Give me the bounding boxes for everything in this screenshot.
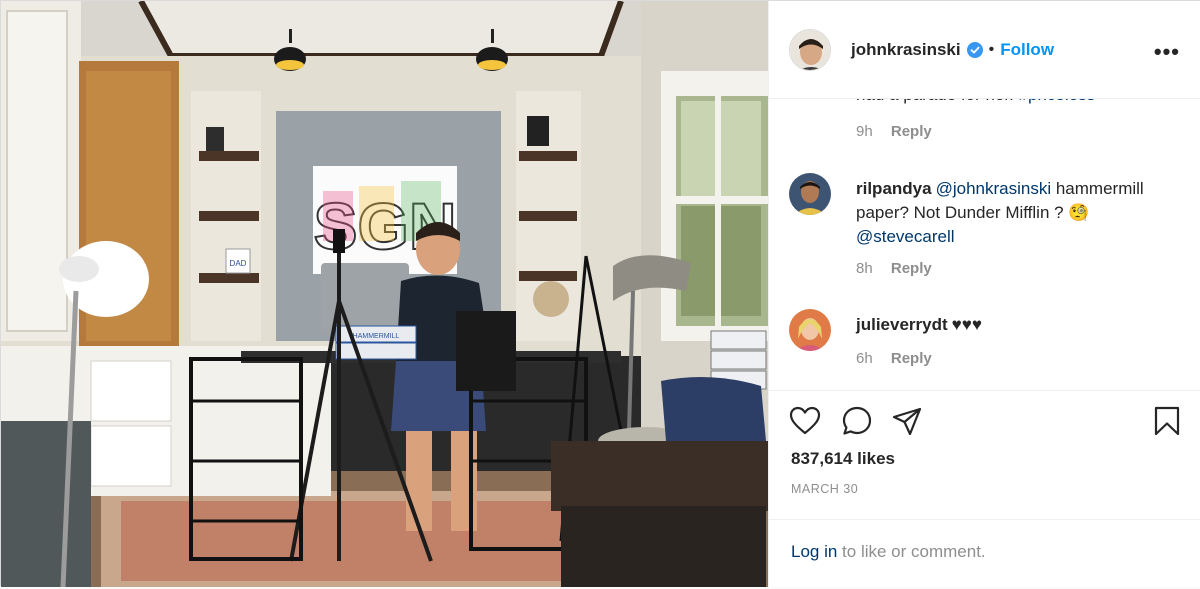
- emoji: 🧐: [1068, 203, 1090, 222]
- login-prompt-text: to like or comment.: [837, 542, 986, 561]
- list-item: julieverrydt ♥♥♥: [789, 309, 1189, 369]
- post-details-panel: johnkrasinski • Follow ••• had a parade …: [768, 1, 1200, 587]
- heart-icon[interactable]: [789, 405, 821, 437]
- comment-text: ♥♥♥: [951, 315, 982, 334]
- instagram-post: DAD SGN HAMMERMILL johnkrasinski • Follo…: [0, 0, 1200, 587]
- comment-time: 9h: [856, 123, 873, 140]
- list-item: rilpandya @johnkrasinski hammermill paper…: [789, 173, 1189, 293]
- comment-meta: 9h Reply: [856, 123, 932, 140]
- photo-illustration: DAD SGN HAMMERMILL: [1, 1, 768, 587]
- mention-link[interactable]: @johnkrasinski: [936, 179, 1052, 198]
- post-header: johnkrasinski • Follow •••: [769, 1, 1200, 99]
- commenter-avatar[interactable]: [789, 173, 831, 215]
- comments-list[interactable]: had a parade for her. #priceless 9h Repl…: [769, 67, 1200, 390]
- more-options-icon[interactable]: •••: [1154, 39, 1180, 65]
- author-avatar-image: [790, 29, 830, 70]
- post-date[interactable]: MARCH 30: [791, 482, 858, 496]
- author-avatar[interactable]: [789, 28, 831, 71]
- commenter-avatar-image: [789, 309, 831, 351]
- comment-icon[interactable]: [841, 405, 873, 437]
- commenter-username[interactable]: julieverrydt: [856, 315, 948, 334]
- reply-button[interactable]: Reply: [891, 123, 932, 140]
- login-link[interactable]: Log in: [791, 542, 837, 561]
- author-username[interactable]: johnkrasinski: [851, 40, 961, 60]
- comment-meta: 8h Reply: [856, 260, 932, 277]
- header-separator: •: [988, 40, 995, 58]
- reply-button[interactable]: Reply: [891, 260, 932, 277]
- commenter-avatar-image: [789, 173, 831, 215]
- reply-button[interactable]: Reply: [891, 350, 932, 367]
- comment-body: julieverrydt ♥♥♥: [856, 313, 1176, 337]
- likes-count[interactable]: 837,614 likes: [791, 449, 895, 469]
- box-label: HAMMERMILL: [353, 333, 400, 340]
- bookmark-icon[interactable]: [1151, 405, 1183, 437]
- post-actions: 837,614 likes MARCH 30 Log in to like or…: [769, 390, 1200, 588]
- verified-badge-icon: [966, 41, 983, 58]
- commenter-username[interactable]: rilpandya: [856, 179, 932, 198]
- follow-button[interactable]: Follow: [1000, 40, 1054, 60]
- mug-label: DAD: [230, 259, 247, 268]
- share-icon[interactable]: [891, 405, 923, 437]
- mention-link[interactable]: @stevecarell: [856, 227, 955, 246]
- comment-meta: 6h Reply: [856, 350, 932, 367]
- commenter-avatar[interactable]: [789, 309, 831, 351]
- login-prompt: Log in to like or comment.: [769, 519, 1200, 589]
- comment-time: 8h: [856, 260, 873, 277]
- comment-time: 6h: [856, 350, 873, 367]
- post-photo[interactable]: DAD SGN HAMMERMILL: [1, 1, 768, 587]
- comment-body: rilpandya @johnkrasinski hammermill paper…: [856, 177, 1176, 249]
